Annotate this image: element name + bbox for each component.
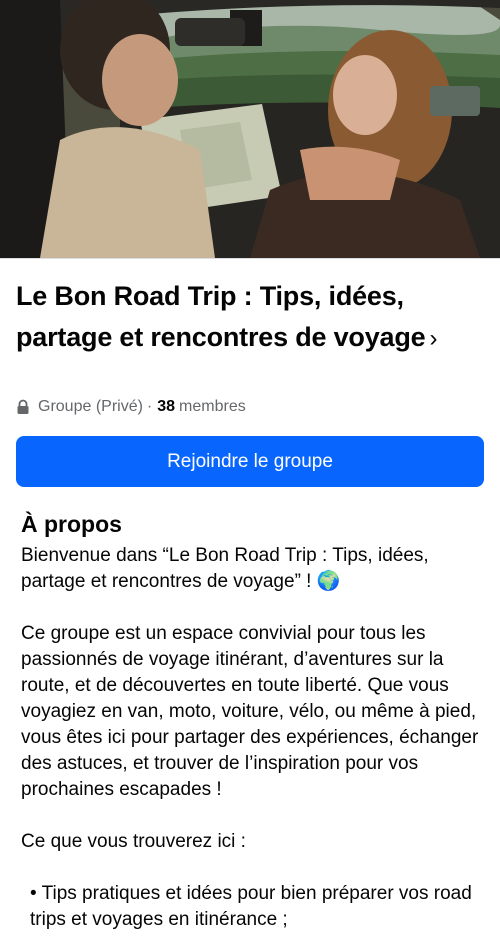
- group-title-link[interactable]: Le Bon Road Trip : Tips, idées, partage …: [16, 276, 486, 359]
- group-meta: Groupe (Privé) · 38 membres: [16, 396, 246, 418]
- join-group-button[interactable]: Rejoindre le groupe: [16, 436, 484, 487]
- cover-divider: [0, 258, 500, 259]
- about-heading: À propos: [21, 511, 122, 537]
- group-title: Le Bon Road Trip : Tips, idées, partage …: [16, 281, 426, 352]
- meta-separator: ·: [146, 398, 153, 415]
- members-label[interactable]: membres: [179, 396, 246, 418]
- about-description: Bienvenue dans “Le Bon Road Trip : Tips,…: [21, 543, 486, 933]
- about-list-heading: Ce que vous trouverez ici :: [21, 831, 246, 852]
- about-intro: Bienvenue dans “Le Bon Road Trip : Tips,…: [21, 545, 429, 592]
- group-cover-photo[interactable]: [0, 0, 500, 258]
- member-count[interactable]: 38: [157, 396, 175, 418]
- cover-photo-illustration: [0, 0, 500, 258]
- about-paragraph: Ce groupe est un espace convivial pour t…: [21, 623, 479, 800]
- group-privacy: Groupe (Privé): [38, 398, 143, 415]
- lock-icon: [17, 399, 29, 414]
- chevron-right-icon: ›: [429, 325, 438, 352]
- about-list-item: • Tips pratiques et idées pour bien prép…: [30, 883, 472, 930]
